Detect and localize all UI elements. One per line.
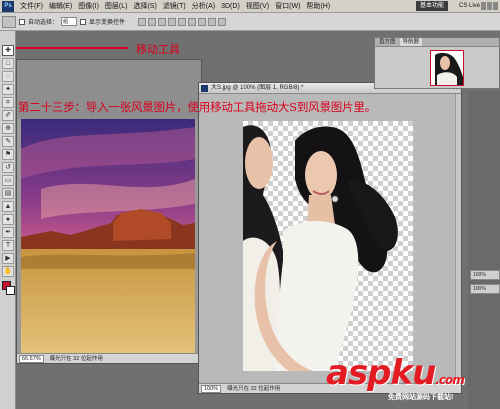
cs-live-button[interactable]: CS Live — [459, 1, 480, 11]
align-right-icon[interactable] — [188, 17, 197, 26]
clone-stamp-tool-icon[interactable]: ⚑ — [2, 149, 14, 160]
menu-layer[interactable]: 图层(L) — [102, 1, 131, 11]
step-instruction: 第二十三步：导入一张风景图片，使用移动工具拖动大S到风景图片里。 — [18, 100, 376, 114]
auto-select-checkbox[interactable] — [19, 18, 25, 25]
move-tool-preset-icon[interactable] — [2, 15, 16, 28]
menu-image[interactable]: 图像(I) — [75, 1, 102, 11]
menu-bar: Ps 文件(F) 编辑(E) 图像(I) 图层(L) 选择(S) 滤镜(T) 分… — [0, 0, 500, 13]
menu-help[interactable]: 帮助(H) — [303, 1, 333, 11]
blur-tool-icon[interactable]: ▲ — [2, 201, 14, 212]
window-controls — [481, 2, 498, 10]
opacity-field[interactable]: 100% — [470, 270, 500, 280]
landscape-zoom-field[interactable]: 66.67% — [19, 355, 44, 363]
type-tool-icon[interactable]: T — [2, 240, 14, 251]
right-dock — [468, 92, 500, 409]
close-icon[interactable] — [493, 2, 498, 10]
tab-navigator[interactable]: 导航器 — [399, 38, 423, 46]
portrait-picture — [243, 125, 398, 371]
menu-analysis[interactable]: 分析(A) — [189, 1, 218, 11]
navigator-thumbnail[interactable] — [430, 50, 464, 86]
portrait-zoom-field[interactable]: 100% — [201, 385, 222, 393]
photoshop-logo: Ps — [2, 0, 14, 12]
transparent-canvas[interactable] — [243, 121, 413, 371]
distribute-top-icon[interactable] — [198, 17, 207, 26]
minimize-icon[interactable] — [481, 2, 486, 10]
align-middle-icon[interactable] — [148, 17, 157, 26]
portrait-document-window: 大S.jpg @ 100% (图层 1, RGB/8) * ✕ — [198, 82, 462, 394]
portrait-document-title: 大S.jpg @ 100% (图层 1, RGB/8) * — [211, 85, 304, 91]
portrait-vertical-scrollbar[interactable] — [455, 94, 461, 383]
aspku-watermark: aspku.com — [326, 353, 465, 397]
quick-select-tool-icon[interactable]: ✦ — [2, 84, 14, 95]
hand-tool-icon[interactable]: ✋ — [2, 266, 14, 277]
menu-window[interactable]: 窗口(W) — [272, 1, 303, 11]
move-tool-arrow — [16, 47, 128, 49]
watermark-suffix: .com — [435, 373, 464, 387]
auto-select-dropdown[interactable]: 组 — [61, 17, 78, 26]
workspace-switcher[interactable]: 基本功能 — [415, 1, 448, 11]
auto-select-label: 自动选择： — [28, 20, 59, 26]
pen-tool-icon[interactable]: ✒ — [2, 227, 14, 238]
watermark-subtitle: 免费网站源码下载站! — [388, 394, 454, 401]
menu-3d[interactable]: 3D(D) — [218, 3, 243, 10]
eraser-tool-icon[interactable]: ▭ — [2, 175, 14, 186]
landscape-status-bar: 66.67% 曝光只在 32 位起作用 — [17, 353, 201, 363]
distribute-bottom-icon[interactable] — [218, 17, 227, 26]
tab-histogram[interactable]: 直方图 — [379, 38, 396, 46]
healing-brush-tool-icon[interactable]: ⊕ — [2, 123, 14, 134]
align-top-icon[interactable] — [138, 17, 147, 26]
align-bottom-icon[interactable] — [158, 17, 167, 26]
marquee-tool-icon[interactable]: □ — [2, 58, 14, 69]
navigator-tabs: 直方图 导航器 — [375, 38, 499, 47]
photoshop-window: Ps 文件(F) 编辑(E) 图像(I) 图层(L) 选择(S) 滤镜(T) 分… — [0, 0, 500, 409]
show-transform-label: 显示变换控件 — [89, 20, 126, 26]
options-bar: 自动选择： 组 显示变换控件 — [0, 13, 500, 31]
move-tool-icon[interactable]: ✚ — [2, 45, 14, 56]
menu-edit[interactable]: 编辑(E) — [46, 1, 75, 11]
fill-field[interactable]: 100% — [470, 284, 500, 294]
menu-file[interactable]: 文件(F) — [17, 1, 46, 11]
eyedropper-tool-icon[interactable]: ✐ — [2, 110, 14, 121]
navigator-panel: 直方图 导航器 — [374, 37, 500, 89]
align-buttons — [138, 17, 227, 26]
brush-tool-icon[interactable]: ✎ — [2, 136, 14, 147]
watermark-asp: asp — [326, 353, 392, 393]
crop-tool-icon[interactable]: ⌗ — [2, 97, 14, 108]
document-icon — [201, 85, 208, 92]
history-brush-tool-icon[interactable]: ↺ — [2, 162, 14, 173]
landscape-picture — [21, 119, 195, 353]
move-tool-annotation: 移动工具 — [136, 43, 180, 56]
tools-panel: ✚ □ ◌ ✦ ⌗ ✐ ⊕ ✎ ⚑ ↺ ▭ ▤ ▲ ● ✒ T ▶ ✋ — [0, 31, 16, 409]
distribute-middle-icon[interactable] — [208, 17, 217, 26]
landscape-image[interactable] — [21, 119, 195, 353]
menu-filter[interactable]: 滤镜(T) — [160, 1, 189, 11]
background-color-swatch[interactable] — [6, 286, 15, 295]
maximize-icon[interactable] — [487, 2, 492, 10]
watermark-ku: ku — [390, 353, 437, 393]
lasso-tool-icon[interactable]: ◌ — [2, 71, 14, 82]
portrait-status-text: 曝光只在 32 位起作用 — [227, 386, 281, 392]
landscape-status-text: 曝光只在 32 位起作用 — [49, 356, 103, 362]
path-select-tool-icon[interactable]: ▶ — [2, 253, 14, 264]
show-transform-checkbox[interactable] — [80, 18, 87, 25]
align-left-icon[interactable] — [168, 17, 177, 26]
gradient-tool-icon[interactable]: ▤ — [2, 188, 14, 199]
menu-view[interactable]: 视图(V) — [243, 1, 272, 11]
align-center-icon[interactable] — [178, 17, 187, 26]
navigator-preview — [431, 51, 463, 85]
dodge-tool-icon[interactable]: ● — [2, 214, 14, 225]
menu-select[interactable]: 选择(S) — [130, 1, 159, 11]
